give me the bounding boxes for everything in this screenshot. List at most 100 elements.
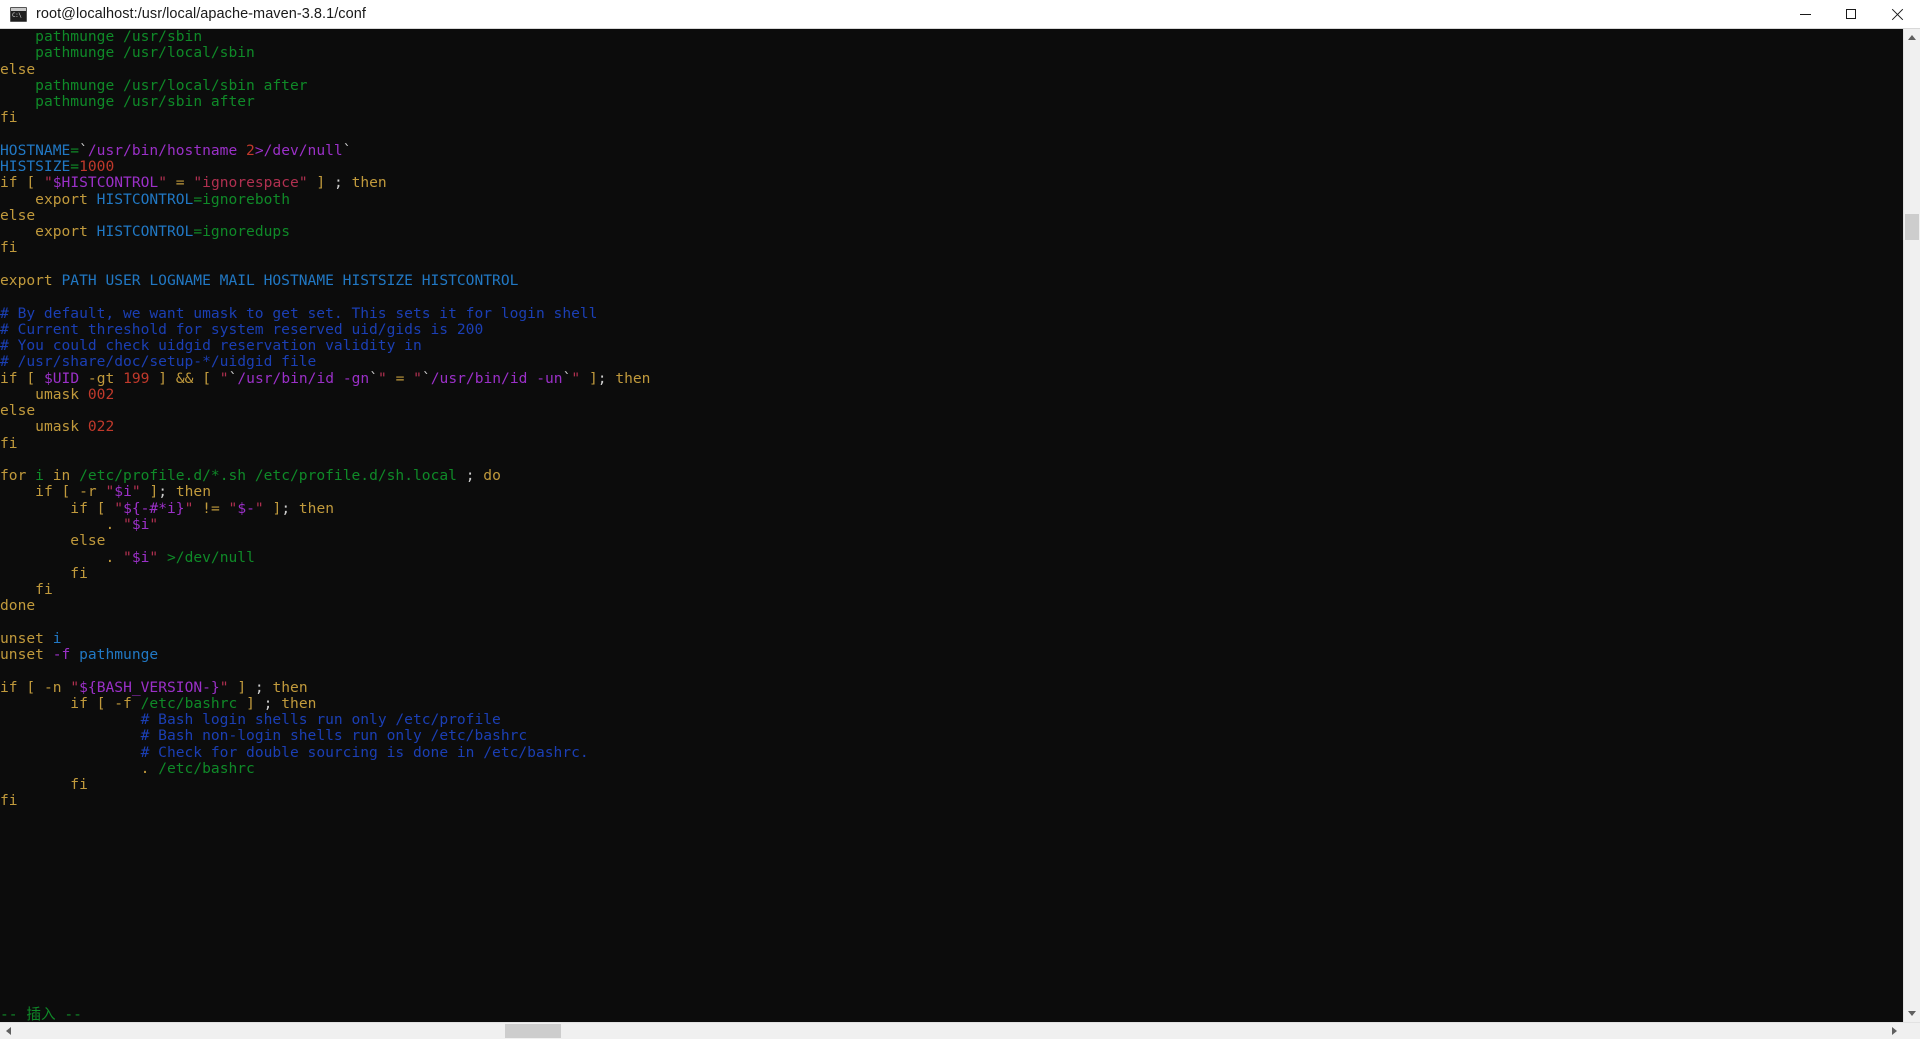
window-title: root@localhost:/usr/local/apache-maven-3… [36, 6, 366, 22]
code-token: ; [325, 175, 352, 192]
code-token: ] [237, 679, 247, 696]
code-token: unset [0, 630, 44, 647]
scroll-right-button[interactable] [1886, 1023, 1903, 1039]
code-line: fi [0, 566, 1903, 582]
code-line: if [ -r "$i" ]; then [0, 484, 1903, 500]
maximize-button[interactable] [1828, 0, 1874, 28]
close-icon [1891, 8, 1904, 21]
code-line: for i in /etc/profile.d/*.sh /etc/profil… [0, 468, 1903, 484]
vertical-scrollbar[interactable] [1903, 29, 1920, 1022]
code-token: in [52, 468, 71, 485]
code-token: # Bash login shells run only /etc/profil… [140, 712, 501, 729]
code-token: ] [272, 500, 282, 517]
code-token: -n [43, 679, 62, 696]
vertical-scrollbar-track[interactable] [1904, 46, 1920, 1005]
code-line: unset -f pathmunge [0, 647, 1903, 663]
title-bar[interactable]: root@localhost:/usr/local/apache-maven-3… [0, 0, 1920, 29]
code-token: [ [26, 679, 36, 696]
chevron-up-icon [1908, 35, 1916, 40]
code-token: ] [149, 484, 159, 501]
code-token: " [571, 370, 581, 387]
code-line: if [ -n "${BASH_VERSION-}" ] ; then [0, 680, 1903, 696]
code-token: ; [597, 370, 616, 387]
code-token: ] [158, 370, 168, 387]
code-token: -f [52, 647, 71, 664]
code-token: $UID [43, 370, 80, 387]
minimize-button[interactable] [1782, 0, 1828, 28]
code-line: if [ -f /etc/bashrc ] ; then [0, 696, 1903, 712]
code-token: " [254, 500, 264, 517]
code-token: /usr/bin/hostname [87, 142, 247, 159]
horizontal-scrollbar[interactable] [0, 1022, 1920, 1039]
code-token: umask [35, 386, 80, 403]
code-token: " [413, 370, 422, 387]
scroll-up-button[interactable] [1904, 29, 1920, 46]
console-icon [10, 6, 27, 22]
code-token: if [35, 484, 53, 501]
scroll-down-button[interactable] [1904, 1005, 1920, 1022]
code-line: if [ "${-#*i}" != "$-" ]; then [0, 501, 1903, 517]
horizontal-scrollbar-thumb[interactable] [505, 1024, 561, 1038]
vim-text-area[interactable]: pathmunge /usr/sbin pathmunge /usr/local… [0, 29, 1903, 810]
code-token: = [193, 224, 203, 241]
terminal-window: root@localhost:/usr/local/apache-maven-3… [0, 0, 1920, 1039]
code-token: pathmunge [35, 94, 115, 111]
code-line: # You could check uidgid reservation val… [0, 338, 1903, 354]
code-token: 022 [87, 419, 115, 436]
code-token: else [0, 403, 36, 420]
code-token: fi [70, 565, 88, 582]
code-token: -r [79, 484, 97, 501]
code-line: # /usr/share/doc/setup-*/uidgid file [0, 354, 1903, 370]
code-token: fi [0, 240, 18, 257]
code-token: /usr/local/sbin [123, 45, 255, 62]
code-token: ignoredups [202, 224, 290, 241]
code-token: else [70, 533, 106, 550]
code-line: fi [0, 777, 1903, 793]
close-button[interactable] [1874, 0, 1920, 28]
code-line: else [0, 533, 1903, 549]
vim-editor-viewport[interactable]: pathmunge /usr/sbin pathmunge /usr/local… [0, 29, 1903, 1022]
code-line: # Check for double sourcing is done in /… [0, 745, 1903, 761]
code-token: ` [79, 142, 88, 159]
code-token: /etc/bashrc [140, 695, 238, 712]
code-line: . /etc/bashrc [0, 761, 1903, 777]
window-controls [1782, 0, 1920, 28]
code-token: /etc/profile.d/*.sh /etc/profile.d/sh.lo… [79, 468, 457, 485]
code-line: # Bash non-login shells run only /etc/ba… [0, 728, 1903, 744]
code-line: fi [0, 436, 1903, 452]
code-token: ` [342, 142, 352, 159]
code-token: $i [131, 516, 150, 533]
code-token: /usr/sbin after [123, 94, 255, 111]
code-token: then [351, 175, 387, 192]
horizontal-scrollbar-track[interactable] [17, 1023, 1886, 1039]
code-line: # Current threshold for system reserved … [0, 322, 1903, 338]
code-token: # Bash non-login shells run only /etc/ba… [140, 728, 528, 745]
code-line: # Bash login shells run only /etc/profil… [0, 712, 1903, 728]
vertical-scrollbar-thumb[interactable] [1905, 214, 1919, 240]
code-token: ] [316, 175, 326, 192]
scroll-left-button[interactable] [0, 1023, 17, 1039]
